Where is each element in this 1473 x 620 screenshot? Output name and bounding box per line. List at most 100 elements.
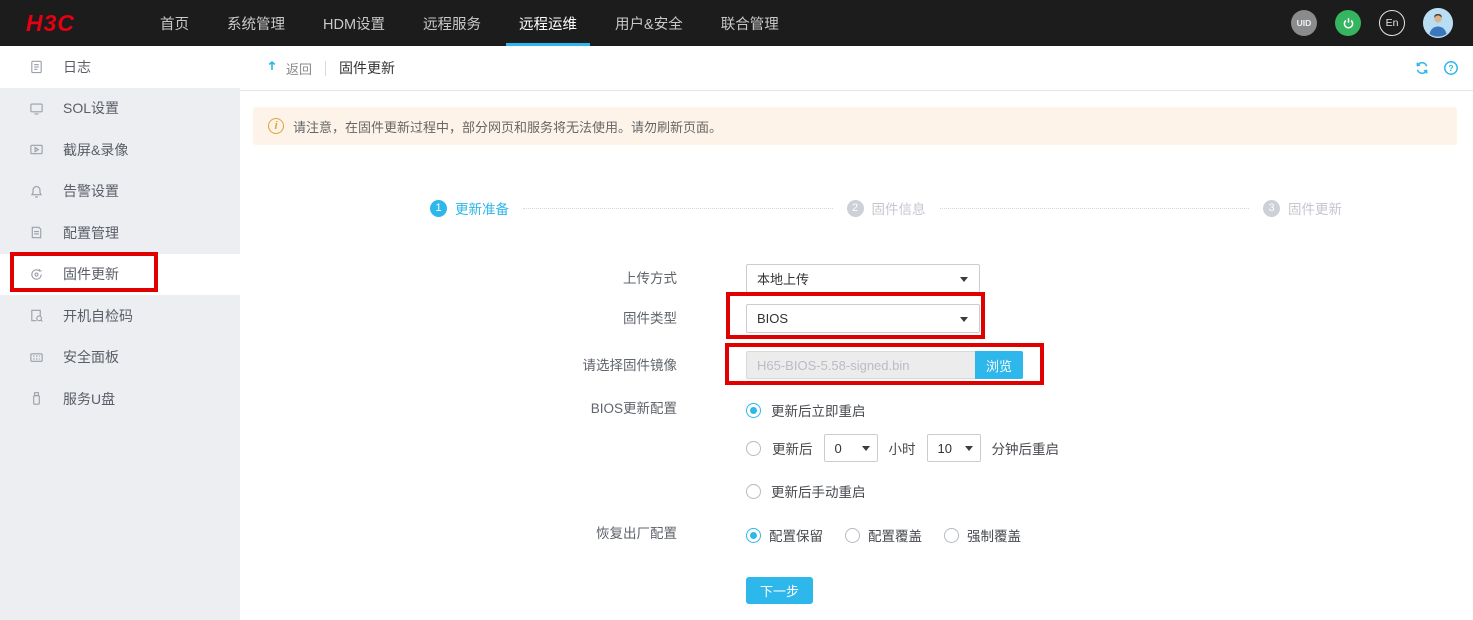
firmware-type-label: 固件类型 [420, 311, 677, 327]
radio-label: 配置保留 [769, 525, 823, 545]
user-avatar-icon [1423, 8, 1453, 38]
sidebar-item-service-usb[interactable]: 服务U盘 [0, 378, 240, 420]
step-label: 更新准备 [455, 198, 509, 218]
firmware-image-row: 浏览 [746, 351, 1023, 379]
usb-icon [29, 391, 44, 406]
post-code-icon [29, 308, 44, 323]
sidebar-item-logs[interactable]: 日志 [0, 46, 240, 88]
breadcrumb-divider [325, 61, 326, 76]
radio-label: 强制覆盖 [967, 525, 1021, 545]
bios-update-config-label: BIOS更新配置 [420, 401, 677, 417]
info-icon: i [268, 118, 284, 134]
upload-method-value: 本地上传 [757, 269, 809, 288]
step-number: 3 [1263, 200, 1280, 217]
sidebar-item-label: 截屏&录像 [63, 140, 128, 160]
firmware-type-select[interactable]: BIOS [746, 304, 980, 333]
sidebar-item-alert-settings[interactable]: 告警设置 [0, 171, 240, 213]
sidebar-item-label: 开机自检码 [63, 306, 133, 326]
delay-minutes-select[interactable]: 10 [927, 434, 981, 462]
radio-config-retain[interactable] [746, 528, 761, 543]
delay-hours-value: 0 [835, 441, 842, 456]
delay-minutes-value: 10 [938, 441, 952, 456]
sidebar-item-label: 安全面板 [63, 347, 119, 367]
warning-text: 请注意，在固件更新过程中，部分网页和服务将无法使用。请勿刷新页面。 [293, 117, 722, 136]
step-firmware-update: 3 固件更新 [1263, 198, 1342, 218]
sidebar-item-screen-record[interactable]: 截屏&录像 [0, 129, 240, 171]
radio-restart-delay[interactable] [746, 441, 761, 456]
radio-label: 更新后手动重启 [771, 481, 866, 501]
step-connector [523, 208, 833, 209]
sidebar-item-label: SOL设置 [63, 98, 119, 118]
svg-text:?: ? [1448, 63, 1453, 73]
language-button[interactable]: En [1379, 10, 1405, 36]
radio-option-force-overwrite[interactable]: 强制覆盖 [944, 525, 1021, 545]
content-header-bar: 返回 固件更新 ? [240, 46, 1473, 91]
radio-restart-immediately[interactable] [746, 403, 761, 418]
radio-label: 配置覆盖 [868, 525, 922, 545]
radio-option-restart-delay: 更新后 0 小时 10 分钟后重启 [746, 434, 1059, 462]
upload-method-select[interactable]: 本地上传 [746, 264, 980, 293]
log-icon [29, 59, 44, 74]
alert-icon [29, 184, 44, 199]
power-icon [1341, 16, 1356, 31]
upload-method-label: 上传方式 [420, 271, 677, 287]
factory-config-label: 恢复出厂配置 [420, 526, 677, 542]
refresh-icon[interactable] [1414, 60, 1430, 76]
warning-banner: i 请注意，在固件更新过程中，部分网页和服务将无法使用。请勿刷新页面。 [253, 107, 1457, 145]
next-step-button[interactable]: 下一步 [746, 577, 813, 604]
step-number: 2 [847, 200, 864, 217]
avatar[interactable] [1423, 8, 1453, 38]
nav-tab-remote-services[interactable]: 远程服务 [404, 0, 500, 46]
sidebar-item-post-code[interactable]: 开机自检码 [0, 295, 240, 337]
security-panel-icon [29, 350, 44, 365]
delay-hours-select[interactable]: 0 [824, 434, 878, 462]
nav-tab-system-management[interactable]: 系统管理 [208, 0, 304, 46]
delay-minutes-unit: 分钟后重启 [992, 438, 1060, 458]
sidebar-item-label: 固件更新 [63, 264, 119, 284]
sidebar-item-label: 配置管理 [63, 223, 119, 243]
nav-right-controls: UID En [1291, 8, 1453, 38]
delay-prefix: 更新后 [772, 438, 813, 458]
radio-option-config-retain[interactable]: 配置保留 [746, 525, 823, 545]
radio-option-config-overwrite[interactable]: 配置覆盖 [845, 525, 922, 545]
sidebar-item-config-management[interactable]: 配置管理 [0, 212, 240, 254]
nav-tab-hdm-settings[interactable]: HDM设置 [304, 0, 404, 46]
header-action-icons: ? [1414, 60, 1459, 76]
sidebar-item-label: 告警设置 [63, 181, 119, 201]
radio-force-overwrite[interactable] [944, 528, 959, 543]
power-button[interactable] [1335, 10, 1361, 36]
nav-tab-federation[interactable]: 联合管理 [702, 0, 798, 46]
sidebar: 日志 SOL设置 截屏&录像 告警设置 配置管理 [0, 46, 240, 620]
firmware-update-icon [29, 267, 44, 282]
sidebar-item-firmware-update[interactable]: 固件更新 [0, 254, 240, 296]
factory-config-options: 配置保留 配置覆盖 强制覆盖 [746, 525, 1021, 545]
radio-config-overwrite[interactable] [845, 528, 860, 543]
browse-button[interactable]: 浏览 [975, 351, 1023, 379]
delay-hours-unit: 小时 [889, 438, 916, 458]
hdm-firmware-update-screen: H3C 首页 系统管理 HDM设置 远程服务 远程运维 用户&安全 联合管理 U… [0, 0, 1473, 620]
back-label: 返回 [286, 59, 312, 78]
top-nav: H3C 首页 系统管理 HDM设置 远程服务 远程运维 用户&安全 联合管理 U… [0, 0, 1473, 46]
help-icon[interactable]: ? [1443, 60, 1459, 76]
firmware-image-input[interactable] [746, 351, 975, 379]
firmware-image-label: 请选择固件镜像 [420, 358, 677, 374]
sidebar-item-label: 服务U盘 [63, 389, 115, 409]
sidebar-item-label: 日志 [63, 57, 91, 77]
sidebar-item-sol-settings[interactable]: SOL设置 [0, 88, 240, 130]
radio-option-restart-manual: 更新后手动重启 [746, 481, 866, 501]
config-icon [29, 225, 44, 240]
step-connector [940, 208, 1250, 209]
uid-button[interactable]: UID [1291, 10, 1317, 36]
step-label: 固件更新 [1288, 198, 1342, 218]
nav-tab-user-security[interactable]: 用户&安全 [596, 0, 702, 46]
firmware-type-value: BIOS [757, 311, 788, 326]
nav-tab-remote-ops[interactable]: 远程运维 [500, 0, 596, 46]
nav-tab-home[interactable]: 首页 [141, 0, 208, 46]
sidebar-item-security-panel[interactable]: 安全面板 [0, 337, 240, 379]
page-title: 固件更新 [339, 58, 395, 78]
step-label: 固件信息 [872, 198, 926, 218]
radio-restart-manual[interactable] [746, 484, 761, 499]
back-button[interactable]: 返回 [267, 59, 312, 78]
sol-icon [29, 101, 44, 116]
step-number: 1 [430, 200, 447, 217]
